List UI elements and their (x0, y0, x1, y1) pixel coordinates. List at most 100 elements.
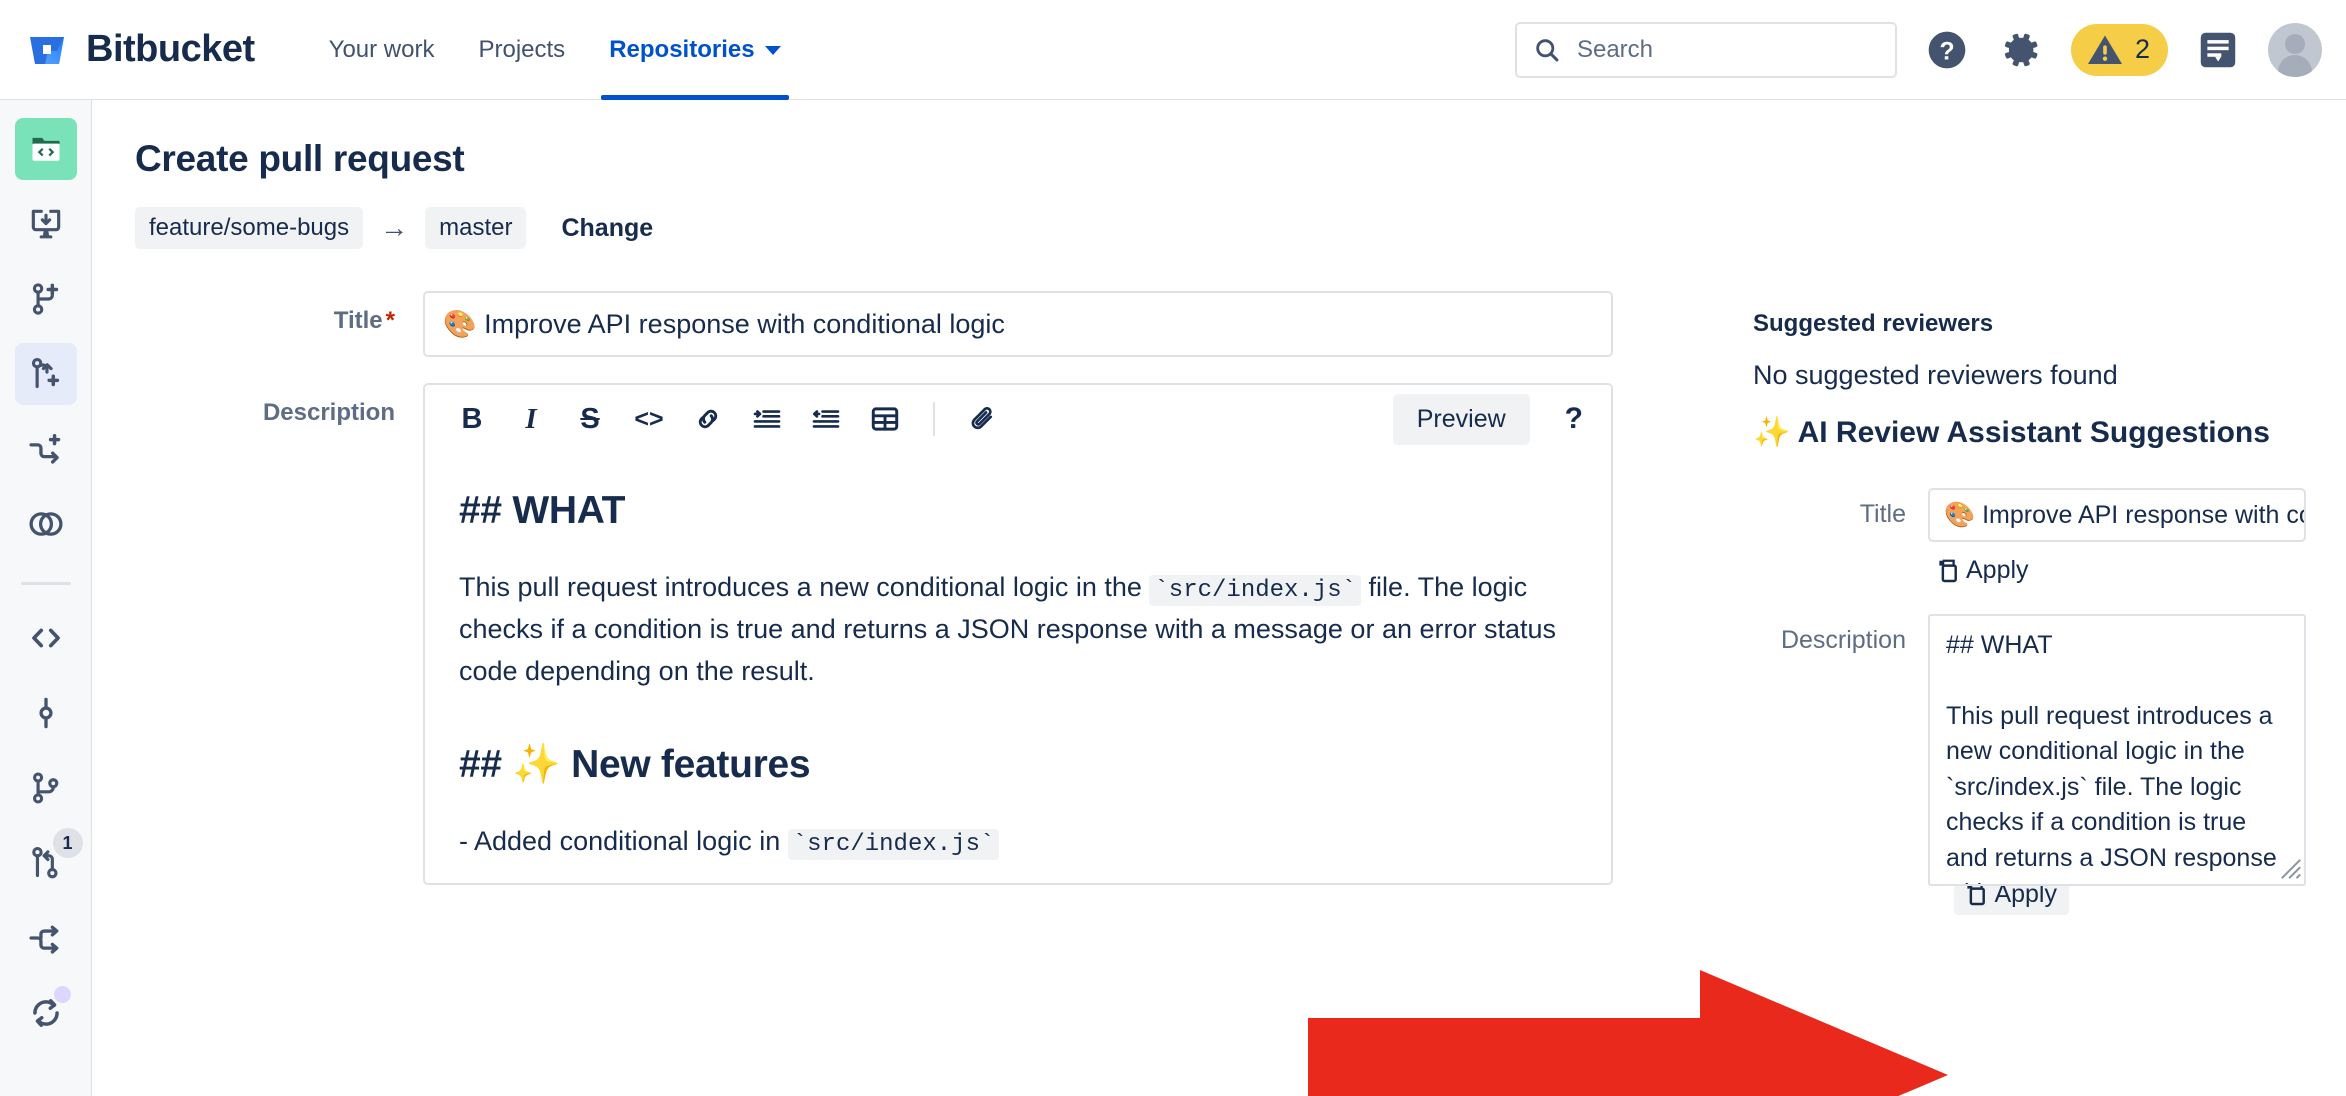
target-branch-chip[interactable]: master (425, 207, 527, 249)
code-brackets-icon (31, 628, 60, 648)
settings-button[interactable] (1997, 26, 2045, 74)
description-editor: B I S <> Preview ? ## WHAT This pull req… (423, 383, 1613, 885)
outdent-button[interactable] (801, 394, 851, 444)
ai-description-label: Description (1780, 625, 1906, 654)
suggestions-panel: Suggested reviewers No suggested reviewe… (1753, 310, 2333, 915)
required-asterisk: * (385, 307, 395, 334)
copy-icon (1939, 559, 1957, 582)
page-title: Create pull request (135, 138, 465, 179)
rail-divider (20, 582, 71, 585)
commit-node-icon (38, 697, 53, 729)
outdent-icon (812, 410, 840, 428)
link-button[interactable] (683, 394, 733, 444)
inbox-icon (2200, 32, 2236, 67)
toolbar-divider (933, 402, 935, 436)
avatar[interactable] (2268, 22, 2322, 77)
editor-help-icon[interactable]: ? (1565, 402, 1583, 436)
brand-name: Bitbucket (86, 28, 255, 70)
ai-title-apply-label: Apply (1966, 556, 2029, 584)
nav-repositories[interactable]: Repositories (587, 0, 802, 100)
alerts-button[interactable]: 2 (2070, 23, 2168, 76)
search-icon (1536, 38, 1559, 61)
code-button[interactable]: <> (624, 394, 674, 444)
indent-button[interactable] (742, 394, 792, 444)
branch-icon (32, 772, 58, 804)
arrow-right-icon: → (380, 212, 409, 243)
paperclip-icon (971, 407, 993, 430)
link-icon (698, 409, 718, 429)
commit-plus-icon (28, 433, 60, 464)
merge-arrows-icon (28, 925, 58, 954)
indent-icon (753, 410, 781, 428)
markdown-heading-what: ## WHAT (459, 489, 626, 532)
ai-title-apply-button[interactable]: Apply (1928, 552, 2035, 589)
warning-triangle-icon (2087, 35, 2122, 64)
rail-item-pull-requests[interactable]: 1 (15, 828, 83, 894)
rail-item-create-branch[interactable] (15, 268, 77, 330)
pull-requests-badge: 1 (52, 828, 83, 858)
rail-item-create-commit[interactable] (15, 418, 77, 480)
title-label-text: Title (333, 307, 383, 334)
markdown-paragraph-what: This pull request introduces a new condi… (459, 567, 1577, 693)
notifications-button[interactable] (2194, 26, 2242, 74)
red-pointer-arrow (1308, 970, 1948, 1096)
title-label: Title * (93, 291, 423, 335)
resize-grip-icon[interactable] (2280, 858, 2302, 880)
left-icon-rail: 1 (0, 100, 92, 1096)
branch-plus-icon (32, 283, 58, 315)
ai-assistant-heading: ✨ AI Review Assistant Suggestions (1753, 416, 2270, 449)
compare-circles-icon (28, 512, 63, 536)
help-circle-icon: ? (1928, 31, 1966, 68)
title-input[interactable]: 🎨 Improve API response with conditional … (423, 291, 1613, 357)
rail-item-create-pull-request[interactable] (14, 343, 77, 405)
suggested-reviewers-empty: No suggested reviewers found (1753, 360, 2118, 390)
rail-item-pipelines[interactable] (15, 982, 77, 1044)
rail-item-source-code[interactable] (14, 118, 77, 180)
chevron-down-icon (764, 45, 781, 55)
top-navigation-bar: Bitbucket Your work Projects Repositorie… (0, 0, 2346, 100)
strikethrough-button[interactable]: S (565, 394, 615, 444)
attach-button[interactable] (958, 394, 1008, 444)
rail-item-branches[interactable] (15, 757, 77, 819)
nav-right-cluster: Search ? 2 (1514, 21, 2322, 78)
description-body[interactable]: ## WHAT This pull request introduces a n… (425, 453, 1611, 883)
help-button[interactable]: ? (1923, 26, 1971, 74)
rail-item-clone[interactable] (15, 193, 77, 255)
branch-selector-row: feature/some-bugs → master Change (135, 207, 2346, 249)
gear-icon (2004, 33, 2038, 66)
para-pre: This pull request introduces a new condi… (459, 572, 1150, 602)
bitbucket-logo-icon (26, 29, 68, 71)
change-branches-link[interactable]: Change (561, 214, 653, 243)
suggested-reviewers-heading: Suggested reviewers (1753, 310, 1994, 337)
source-branch-chip[interactable]: feature/some-bugs (135, 207, 364, 249)
rail-item-source[interactable] (15, 607, 77, 669)
list-pre: - Added conditional logic in (459, 825, 788, 856)
ai-title-label: Title (1859, 500, 1906, 528)
ai-description-textarea[interactable]: ## WHAT This pull request introduces a n… (1928, 613, 2306, 886)
alert-count: 2 (2134, 34, 2150, 64)
rail-item-deployments[interactable] (15, 907, 77, 969)
nav-projects[interactable]: Projects (456, 0, 587, 100)
svg-text:?: ? (1939, 38, 1954, 65)
ai-description-row: Description ## WHAT This pull request in… (1753, 613, 2333, 915)
folder-code-icon (32, 137, 59, 161)
pipelines-status-dot (53, 986, 71, 1003)
search-placeholder: Search (1576, 35, 1654, 63)
nav-repositories-label: Repositories (609, 35, 755, 63)
bold-button[interactable]: B (447, 394, 497, 444)
ai-title-row: Title 🎨 Improve API response with cor Ap… (1753, 488, 2333, 590)
italic-button[interactable]: I (506, 394, 556, 444)
nav-your-work[interactable]: Your work (307, 0, 457, 100)
pull-request-plus-icon (31, 358, 59, 389)
ai-title-field: 🎨 Improve API response with cor Apply (1928, 488, 2333, 590)
main-content: Create pull request feature/some-bugs → … (93, 100, 2346, 1096)
brand[interactable]: Bitbucket (26, 28, 255, 71)
rail-item-commits[interactable] (15, 682, 77, 744)
search-input[interactable]: Search (1514, 21, 1897, 78)
ai-title-input[interactable]: 🎨 Improve API response with cor (1928, 488, 2306, 542)
preview-button[interactable]: Preview (1392, 393, 1530, 445)
markdown-toolbar: B I S <> Preview ? (425, 385, 1611, 453)
table-button[interactable] (860, 394, 910, 444)
rail-item-compare[interactable] (15, 493, 77, 555)
description-label: Description (262, 399, 395, 426)
